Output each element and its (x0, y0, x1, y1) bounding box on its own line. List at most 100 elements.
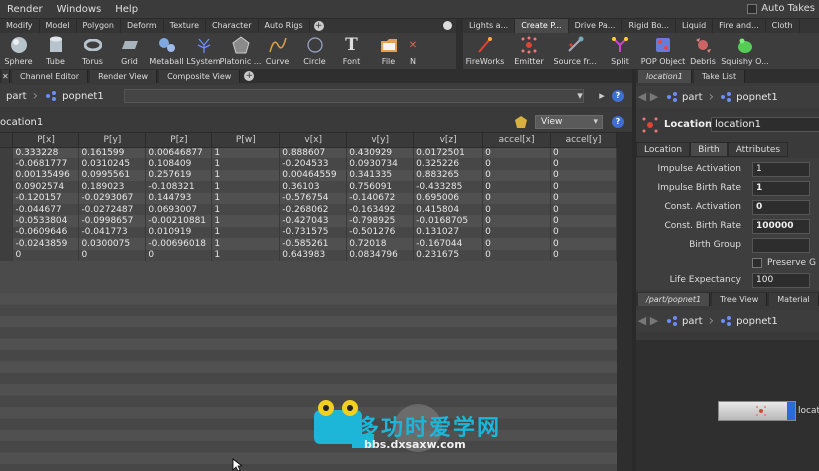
tab-material[interactable]: Material (769, 293, 819, 306)
table-cell[interactable]: 1 (211, 238, 281, 250)
table-cell[interactable]: 0.430929 (346, 147, 415, 159)
path-dropdown-icon[interactable]: ▾ (574, 90, 586, 102)
table-cell[interactable]: 0.36103 (279, 181, 348, 193)
pin-icon[interactable]: ▸ (596, 90, 608, 102)
breadcrumb-part[interactable]: part (660, 315, 709, 327)
table-cell[interactable]: 0.0693007 (145, 203, 213, 216)
breadcrumb-part[interactable]: part (660, 91, 709, 103)
table-cell[interactable]: 0 (482, 169, 552, 182)
pane-help-icon[interactable]: ? (612, 90, 624, 102)
shelf-tab-liquid[interactable]: Liquid (676, 19, 714, 33)
column-header[interactable]: v[x] (279, 133, 348, 148)
breadcrumb-part[interactable]: part (0, 91, 33, 102)
table-cell[interactable]: 0 (550, 181, 617, 193)
table-cell[interactable]: 0 (145, 249, 213, 261)
table-cell[interactable] (0, 238, 14, 250)
table-cell[interactable]: 0.72018 (346, 238, 415, 250)
table-cell[interactable]: 0.010919 (145, 226, 213, 239)
table-cell[interactable]: 0.415804 (413, 203, 484, 216)
table-cell[interactable]: 0.643983 (279, 249, 348, 261)
table-cell[interactable]: -0.427043 (279, 215, 348, 227)
table-cell[interactable]: -0.044677 (12, 203, 80, 216)
tab-location[interactable]: Location (636, 142, 691, 157)
tool-split[interactable]: Split (599, 33, 641, 69)
table-cell[interactable]: 0.231675 (413, 249, 484, 261)
tool-debris[interactable]: Debris (685, 33, 721, 69)
shelf-tab-create-particles[interactable]: Create P... (515, 19, 569, 33)
table-cell[interactable]: -0.433285 (413, 181, 484, 193)
table-cell[interactable]: 0 (550, 203, 617, 216)
table-cell[interactable]: 1 (211, 147, 281, 159)
table-cell[interactable]: -0.0243859 (12, 238, 80, 250)
auto-takes-checkbox[interactable] (747, 3, 758, 14)
table-cell[interactable]: -0.0609646 (12, 226, 80, 239)
back-arrow-icon[interactable]: ◀ (636, 315, 648, 327)
const-birth-rate-field[interactable]: 100000 (752, 219, 810, 234)
table-cell[interactable]: -0.0293067 (78, 192, 147, 204)
shelf-menu-icon[interactable] (443, 21, 452, 30)
table-cell[interactable]: -0.501276 (346, 226, 415, 239)
shelf-divider[interactable] (456, 19, 463, 69)
table-cell[interactable]: -0.0998657 (78, 215, 147, 227)
table-cell[interactable]: -0.00210881 (145, 215, 213, 227)
tab-birth[interactable]: Birth (690, 142, 728, 157)
shelf-tab-model[interactable]: Model (40, 19, 77, 33)
table-cell[interactable]: 0.325226 (413, 158, 484, 170)
table-cell[interactable]: -0.268062 (279, 203, 348, 216)
menu-help[interactable]: Help (108, 4, 145, 15)
table-cell[interactable]: -0.00696018 (145, 238, 213, 250)
column-header[interactable] (0, 133, 14, 148)
table-cell[interactable]: -0.163492 (346, 203, 415, 216)
shelf-tab-drive-particles[interactable]: Drive Pa... (569, 19, 623, 33)
shelf-tab-lights[interactable]: Lights a... (463, 19, 516, 33)
shelf-tab-character[interactable]: Character (206, 19, 259, 33)
table-cell[interactable]: -0.798925 (346, 215, 415, 227)
table-cell[interactable]: -0.041773 (78, 226, 147, 239)
vertical-scrollbar[interactable] (617, 133, 632, 471)
auto-takes-toggle[interactable]: Auto Takes (747, 3, 815, 14)
table-cell[interactable]: 0 (482, 203, 552, 216)
tool-lsystem[interactable]: LSystem (185, 33, 222, 69)
table-cell[interactable] (0, 215, 14, 227)
table-cell[interactable]: 0 (482, 147, 552, 159)
table-cell[interactable]: 1 (211, 203, 281, 216)
table-cell[interactable]: 0.161599 (78, 147, 147, 159)
tab-location1[interactable]: location1 (638, 70, 692, 83)
table-cell[interactable]: 0.883265 (413, 169, 484, 182)
table-cell[interactable]: 0.341335 (346, 169, 415, 182)
shelf-tab-deform[interactable]: Deform (121, 19, 164, 33)
table-cell[interactable]: 0 (78, 249, 147, 261)
table-cell[interactable]: 0.00464559 (279, 169, 348, 182)
table-cell[interactable]: 0 (550, 147, 617, 159)
column-header[interactable]: P[x] (12, 133, 80, 148)
table-cell[interactable]: 1 (211, 192, 281, 204)
table-cell[interactable]: 0.189023 (78, 181, 147, 193)
table-cell[interactable]: 0 (550, 226, 617, 239)
table-cell[interactable]: 1 (211, 215, 281, 227)
table-cell[interactable]: 1 (211, 249, 281, 261)
add-pane-tab-icon[interactable]: + (244, 71, 255, 81)
tool-font[interactable]: T Font (333, 33, 370, 69)
column-header[interactable]: accel[y] (550, 133, 617, 148)
table-cell[interactable]: 1 (211, 181, 281, 193)
help-icon[interactable]: ? (612, 116, 624, 128)
column-header[interactable]: P[z] (145, 133, 213, 148)
tab-composite-view[interactable]: Composite View (159, 70, 241, 83)
table-cell[interactable]: 0.131027 (413, 226, 484, 239)
tab-network-path[interactable]: /part/popnet1 (638, 293, 711, 306)
tool-file[interactable]: File (370, 33, 407, 69)
add-shelf-tab-icon[interactable]: + (313, 21, 324, 31)
table-cell[interactable]: 0.257619 (145, 169, 213, 182)
table-cell[interactable]: 0.144793 (145, 192, 213, 204)
table-cell[interactable]: 1 (211, 226, 281, 239)
shelf-tab-polygon[interactable]: Polygon (77, 19, 121, 33)
breadcrumb-popnet1[interactable]: popnet1 (714, 91, 784, 103)
pane-tab-close-icon[interactable]: ✕ (2, 70, 10, 83)
table-cell[interactable]: 0 (12, 249, 80, 261)
display-flag[interactable] (787, 402, 795, 420)
shelf-tab-cloth[interactable]: Cloth (766, 19, 800, 33)
table-cell[interactable]: 0 (482, 249, 552, 261)
table-cell[interactable]: 0 (482, 181, 552, 193)
menu-render[interactable]: Render (0, 4, 50, 15)
table-cell[interactable]: 0.695006 (413, 192, 484, 204)
